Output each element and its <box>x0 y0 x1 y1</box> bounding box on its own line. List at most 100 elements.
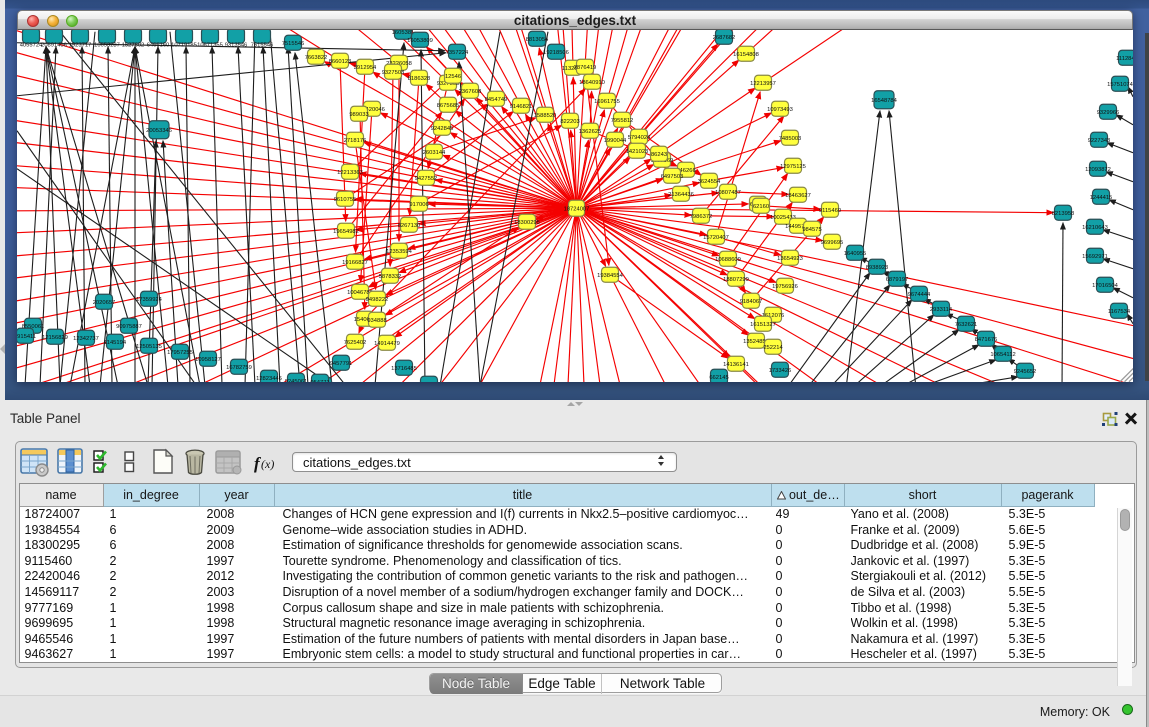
svg-text:1145194: 1145194 <box>104 340 127 346</box>
svg-text:19218506: 19218506 <box>543 50 569 56</box>
svg-text:18724007: 18724007 <box>564 206 590 212</box>
svg-text:1167534: 1167534 <box>1108 309 1131 315</box>
svg-text:10719185: 10719185 <box>171 42 197 48</box>
svg-text:662145: 662145 <box>709 375 728 381</box>
svg-text:21364436: 21364436 <box>668 192 694 198</box>
svg-text:12823446: 12823446 <box>256 376 282 382</box>
svg-text:6466160: 6466160 <box>147 42 170 48</box>
svg-text:2933114: 2933114 <box>930 307 953 313</box>
svg-text:2718176: 2718176 <box>344 138 367 144</box>
svg-text:2876419: 2876419 <box>574 65 597 71</box>
svg-text:17359924: 17359924 <box>136 297 163 303</box>
svg-text:12342737: 12342737 <box>73 336 99 342</box>
svg-text:12213957: 12213957 <box>750 81 776 87</box>
svg-text:10671355: 10671355 <box>197 42 223 48</box>
svg-text:9245061: 9245061 <box>285 379 308 382</box>
svg-text:984575: 984575 <box>802 227 821 233</box>
svg-text:12093872: 12093872 <box>1085 167 1111 173</box>
svg-text:19384554: 19384554 <box>597 273 624 279</box>
svg-text:252214: 252214 <box>763 345 783 351</box>
svg-text:7485003: 7485003 <box>779 136 802 142</box>
svg-text:10958127: 10958127 <box>195 357 221 363</box>
svg-text:9457791: 9457791 <box>330 361 353 367</box>
svg-text:86243: 86243 <box>651 152 667 158</box>
svg-text:917006: 917006 <box>409 202 428 208</box>
svg-text:12213363: 12213363 <box>337 170 363 176</box>
svg-text:9146821: 9146821 <box>510 104 533 110</box>
svg-text:1244415: 1244415 <box>1090 195 1113 201</box>
svg-text:10688609: 10688609 <box>715 257 741 263</box>
svg-text:9699695: 9699695 <box>821 240 844 246</box>
svg-text:8938923: 8938923 <box>866 265 889 271</box>
svg-text:12505135: 12505135 <box>136 344 162 350</box>
svg-text:8675685: 8675685 <box>437 103 460 109</box>
svg-text:18300295: 18300295 <box>514 220 540 226</box>
svg-text:15692971: 15692971 <box>1082 254 1108 260</box>
svg-text:62160: 62160 <box>753 204 769 210</box>
svg-text:822203: 822203 <box>560 119 579 125</box>
svg-text:9329966: 9329966 <box>1097 110 1120 116</box>
svg-text:12353594: 12353594 <box>386 249 413 255</box>
svg-text:8471676: 8471676 <box>975 337 998 343</box>
svg-text:7632621: 7632621 <box>955 322 978 328</box>
svg-text:16961755: 16961755 <box>594 99 620 105</box>
svg-text:16548784: 16548784 <box>871 98 898 104</box>
svg-text:20891406: 20891406 <box>41 42 67 48</box>
svg-text:19166827: 19166827 <box>342 260 368 266</box>
svg-text:7515546: 7515546 <box>251 42 274 48</box>
svg-text:12975125: 12975125 <box>780 164 806 170</box>
svg-text:1421023: 1421023 <box>626 149 649 155</box>
svg-text:12156829: 12156829 <box>42 335 68 341</box>
svg-text:(x): (x) <box>261 457 274 471</box>
svg-text:20053346: 20053346 <box>146 128 172 134</box>
svg-text:954771: 954771 <box>310 380 329 382</box>
svg-text:989033: 989033 <box>349 112 368 118</box>
svg-text:14914479: 14914479 <box>374 341 400 347</box>
svg-text:3912954: 3912954 <box>354 65 377 71</box>
svg-text:14136141: 14136141 <box>723 362 749 368</box>
svg-text:7357224: 7357224 <box>446 50 469 56</box>
svg-text:13716485: 13716485 <box>391 366 417 372</box>
svg-text:16210643: 16210643 <box>1082 225 1108 231</box>
svg-text:15720407: 15720407 <box>703 235 729 241</box>
svg-text:17016504: 17016504 <box>1092 283 1119 289</box>
svg-text:1605381: 1605381 <box>392 30 415 36</box>
svg-text:2367608: 2367608 <box>459 89 482 95</box>
svg-text:16053809: 16053809 <box>407 38 433 44</box>
svg-text:9610755: 9610755 <box>334 197 357 203</box>
svg-text:9242845: 9242845 <box>431 126 454 132</box>
svg-text:1588520: 1588520 <box>534 113 557 119</box>
svg-text:9427552: 9427552 <box>415 176 438 182</box>
svg-text:13654923: 13654923 <box>777 256 803 262</box>
svg-text:7955812: 7955812 <box>611 118 634 124</box>
svg-text:7663822: 7663822 <box>305 55 328 61</box>
svg-text:17957255: 17957255 <box>167 350 193 356</box>
svg-text:1923717: 1923717 <box>69 42 92 48</box>
svg-text:8454749: 8454749 <box>485 97 508 103</box>
svg-text:4055724: 4055724 <box>20 42 43 48</box>
svg-text:8813054: 8813054 <box>526 37 549 43</box>
svg-text:19654982: 19654982 <box>333 229 359 235</box>
svg-text:10653287: 10653287 <box>94 42 120 48</box>
svg-text:18640910: 18640910 <box>579 80 605 86</box>
svg-text:18807299: 18807299 <box>723 277 749 283</box>
svg-text:16154808: 16154808 <box>733 52 759 58</box>
svg-text:9498222: 9498222 <box>366 297 389 303</box>
svg-text:934888: 934888 <box>367 318 386 324</box>
svg-text:10654112: 10654112 <box>990 352 1015 358</box>
svg-text:2687682: 2687682 <box>713 35 736 41</box>
svg-text:9674444: 9674444 <box>908 292 931 298</box>
svg-text:12546: 12546 <box>445 74 461 80</box>
svg-text:15751074: 15751074 <box>1107 82 1133 88</box>
svg-text:9184067: 9184067 <box>740 299 763 305</box>
svg-text:5794024: 5794024 <box>628 135 651 141</box>
svg-text:8267130: 8267130 <box>398 223 421 229</box>
svg-text:2020657: 2020657 <box>93 300 116 306</box>
svg-text:9327503: 9327503 <box>382 70 405 76</box>
svg-text:9115460: 9115460 <box>819 208 841 214</box>
svg-text:6497503: 6497503 <box>661 174 684 180</box>
svg-text:9227343: 9227343 <box>1088 138 1111 144</box>
svg-text:2603144: 2603144 <box>423 150 446 156</box>
svg-text:1527602: 1527602 <box>122 42 145 48</box>
svg-text:10807487: 10807487 <box>715 190 741 196</box>
